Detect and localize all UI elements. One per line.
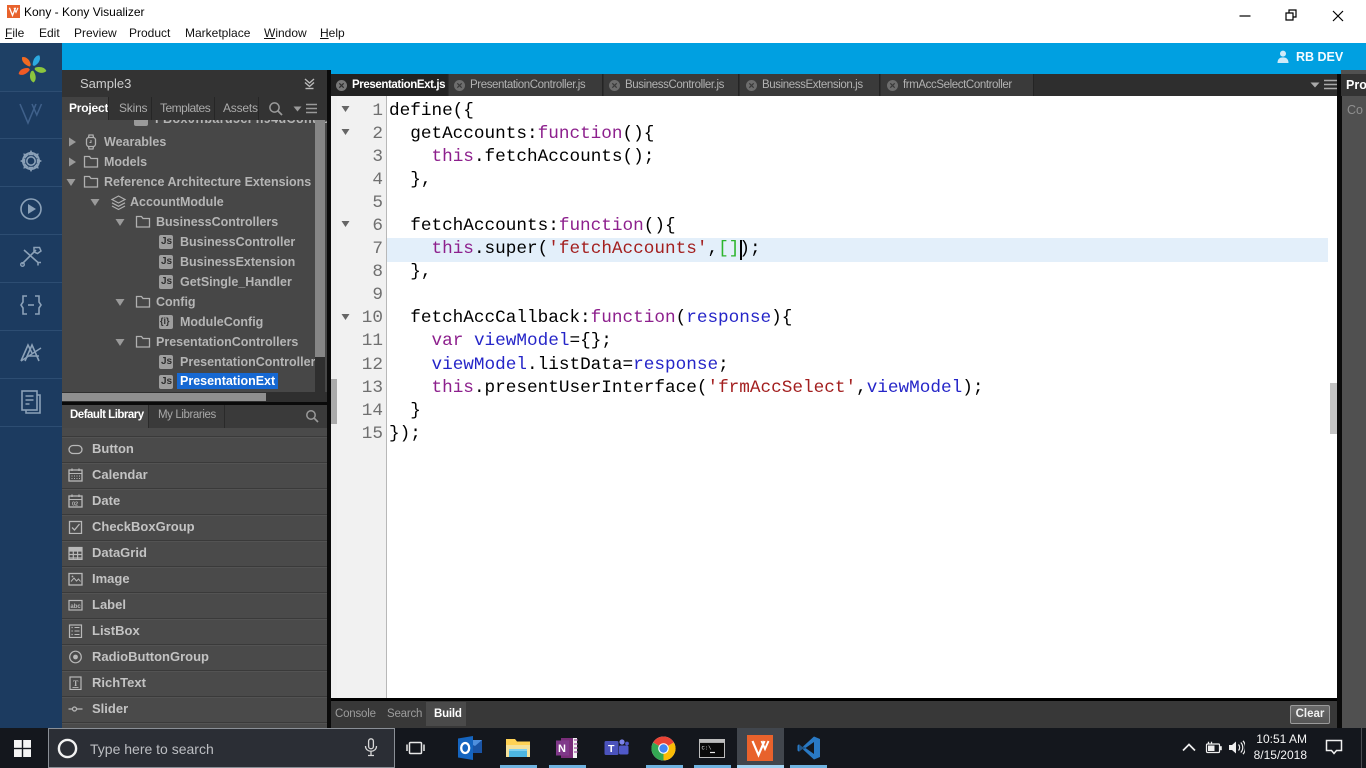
svg-text:T: T — [608, 743, 615, 755]
svg-text:02: 02 — [72, 502, 78, 508]
svg-text:C:\: C:\ — [702, 745, 712, 752]
svg-text:T: T — [73, 679, 79, 688]
svg-text:abc: abc — [70, 604, 81, 610]
svg-text:N: N — [558, 743, 566, 755]
